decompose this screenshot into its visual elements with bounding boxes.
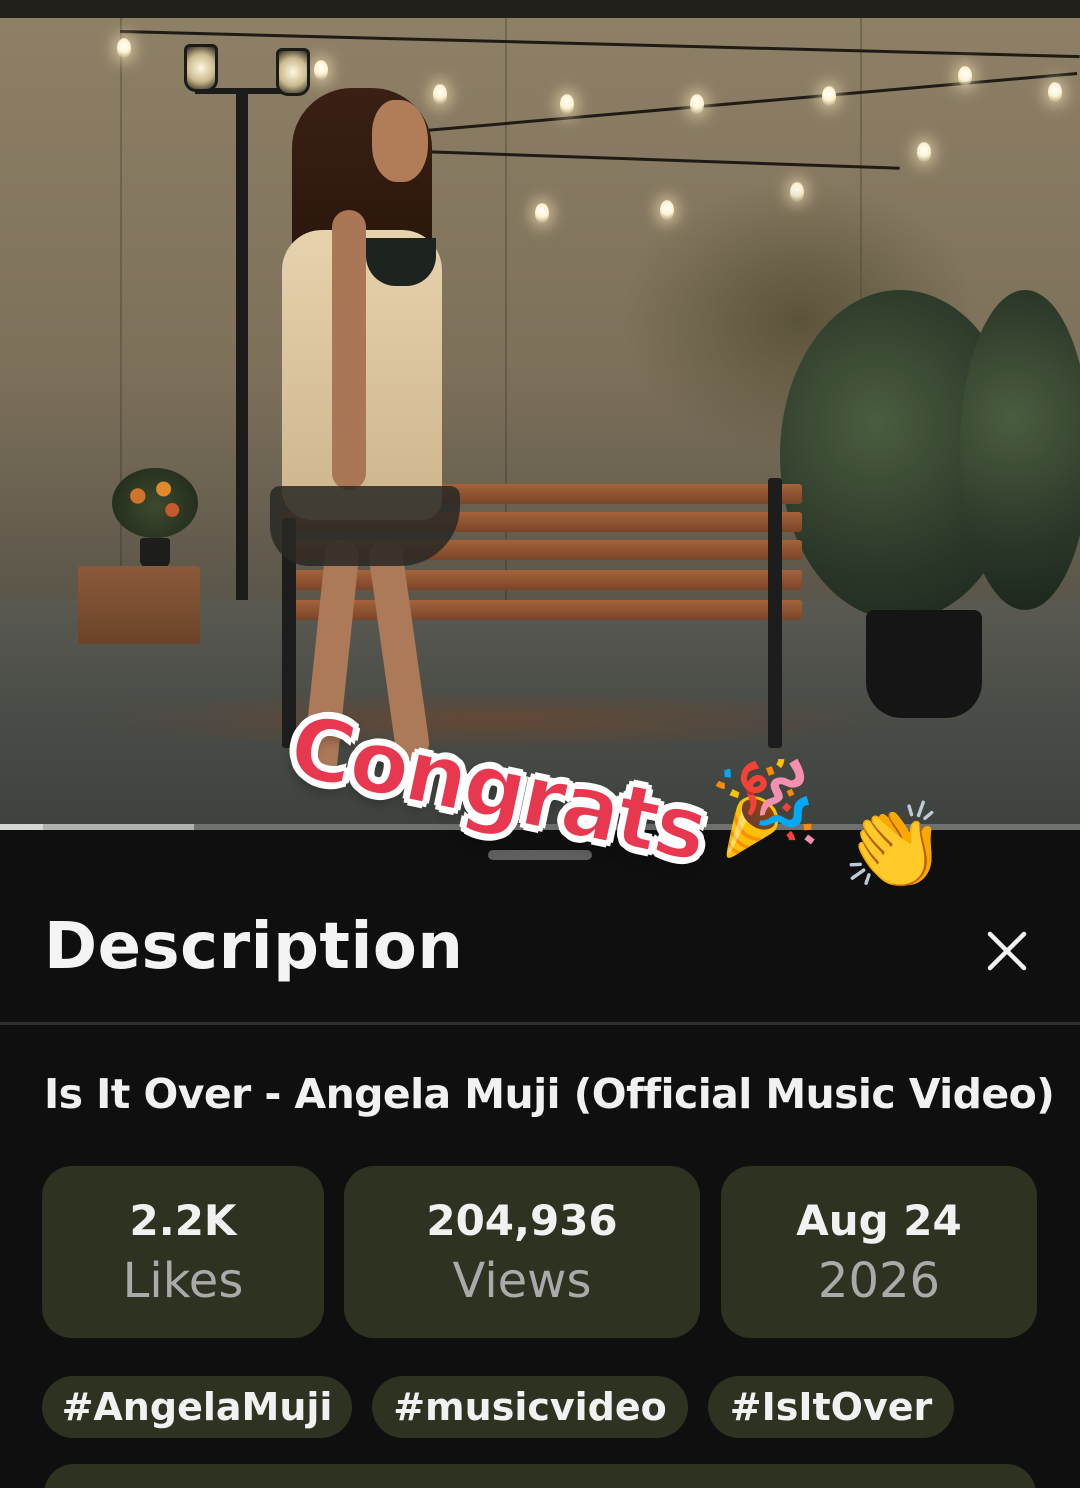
light-bulb [433,84,447,104]
likes-label: Likes [122,1253,244,1309]
light-string [119,30,1080,59]
light-bulb [917,142,931,162]
flower-pot [140,538,170,568]
likes-count: 2.2K [129,1196,237,1245]
street-lamp [184,44,218,92]
light-bulb [535,203,549,223]
bench-leg [768,478,782,748]
light-bulb [117,38,131,58]
potted-bush [960,290,1080,610]
party-popper-icon: 🎉 [705,752,823,860]
light-bulb [822,86,836,106]
sheet-title: Description [44,910,464,984]
status-strip [0,0,1080,18]
person-hem [270,486,460,566]
next-section-card[interactable] [44,1464,1036,1488]
date-year: 2026 [817,1253,941,1309]
bench-slat [282,600,802,620]
app-screen: Description Is It Over - Angela Muji (Of… [0,0,1080,1488]
light-bulb [958,66,972,86]
close-button[interactable] [978,922,1036,980]
close-icon [987,931,1027,971]
views-label: Views [452,1253,592,1309]
plant-pot [866,610,982,718]
likes-stat: 2.2K Likes [42,1166,324,1338]
light-string [419,150,900,170]
flower-plant [112,468,198,538]
person-face [372,100,428,182]
views-stat: 204,936 Views [344,1166,700,1338]
wooden-crate [78,566,200,644]
light-bulb [314,60,328,80]
hashtag-chip[interactable]: #AngelaMuji [42,1376,352,1438]
clapping-hands-icon: 👏 [842,799,947,893]
light-bulb [690,94,704,114]
views-count: 204,936 [426,1196,618,1245]
bench-slat [282,570,802,590]
person-arm [332,210,366,490]
date-stat: Aug 24 2026 [721,1166,1037,1338]
lamp-post [236,90,248,640]
description-sheet: Description Is It Over - Angela Muji (Of… [0,830,1080,1488]
light-bulb [660,200,674,220]
video-title: Is It Over - Angela Muji (Official Music… [44,1070,1055,1118]
light-bulb [560,94,574,114]
divider [0,1022,1080,1025]
street-lamp [276,48,310,96]
light-bulb [1048,82,1062,102]
hashtag-chip[interactable]: #IsItOver [708,1376,954,1438]
date-month-day: Aug 24 [796,1196,962,1245]
person-collar [366,238,436,286]
hashtag-chip[interactable]: #musicvideo [372,1376,688,1438]
video-player[interactable] [0,0,1080,830]
